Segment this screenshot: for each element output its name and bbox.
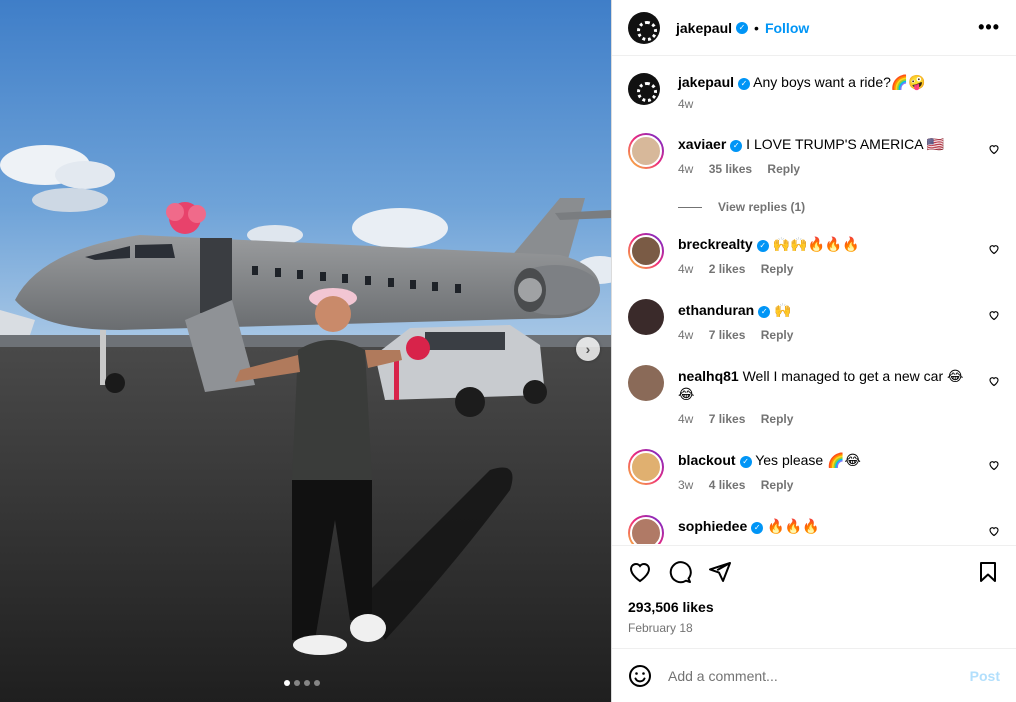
comment-text: Yes please 🌈😂 <box>755 452 861 468</box>
like-comment-heart-icon[interactable] <box>988 243 1000 255</box>
like-heart-icon[interactable] <box>628 560 652 584</box>
reply-button[interactable]: Reply <box>761 478 794 492</box>
like-comment-heart-icon[interactable] <box>988 459 1000 471</box>
comment-username[interactable]: sophiedee <box>678 518 747 534</box>
comment-username[interactable]: ethanduran <box>678 302 754 318</box>
comment-like-count[interactable]: 7 likes <box>709 412 746 426</box>
carousel-dot-1 <box>284 680 290 686</box>
verified-badge-icon: ✓ <box>739 456 752 468</box>
like-comment-heart-icon[interactable] <box>988 525 1000 537</box>
follow-button[interactable]: Follow <box>765 20 809 36</box>
post-photo <box>0 0 611 702</box>
replies-line <box>678 206 702 208</box>
comment-bubble-icon[interactable] <box>668 560 692 584</box>
author-avatar[interactable] <box>628 11 660 44</box>
post-comment-button[interactable]: Post <box>970 668 1000 684</box>
author-username[interactable]: jakepaul <box>676 20 732 36</box>
comment-age[interactable]: 4w <box>678 162 693 176</box>
share-send-icon[interactable] <box>708 560 732 584</box>
comment-age[interactable]: 3w <box>678 478 693 492</box>
comment-like-count[interactable]: 7 likes <box>709 328 746 342</box>
comment-like-count[interactable]: 35 likes <box>709 162 752 176</box>
caption-text: Any boys want a ride?🌈🤪 <box>753 74 926 90</box>
post-header: jakepaul ✓ • Follow ••• <box>612 0 1016 56</box>
reply-button[interactable]: Reply <box>761 262 794 276</box>
comment-like-count[interactable]: 4 likes <box>709 478 746 492</box>
header-separator: • <box>754 19 759 36</box>
caption-avatar[interactable] <box>628 73 660 105</box>
add-comment-bar: Post <box>612 648 1016 702</box>
emoji-picker-icon[interactable] <box>628 664 652 688</box>
verified-badge-icon: ✓ <box>756 240 769 252</box>
like-comment-heart-icon[interactable] <box>988 309 1000 321</box>
verified-badge-icon: ✓ <box>738 78 751 90</box>
comment-age[interactable]: 4w <box>678 328 693 342</box>
carousel-next-button[interactable]: › <box>576 337 600 361</box>
view-replies-label: View replies (1) <box>718 200 806 214</box>
comment-text: 🙌🙌🔥🔥🔥 <box>772 236 860 252</box>
comment-like-count[interactable]: 2 likes <box>709 262 746 276</box>
comment-age[interactable]: 4w <box>678 262 693 276</box>
save-bookmark-icon[interactable] <box>976 560 1000 584</box>
comment-username[interactable]: xaviaer <box>678 136 726 152</box>
carousel-dot-3 <box>304 680 310 686</box>
carousel-indicator <box>284 680 320 686</box>
caption-age: 4w <box>678 97 694 111</box>
post-date[interactable]: February 18 <box>628 621 1000 635</box>
commenter-avatar[interactable] <box>628 449 664 485</box>
comment-text: 🔥🔥🔥 <box>767 518 820 534</box>
comment-age[interactable]: 4w <box>678 412 693 426</box>
likes-count[interactable]: 293,506 likes <box>628 599 1000 615</box>
comment-username[interactable]: blackout <box>678 452 736 468</box>
verified-badge-icon: ✓ <box>751 522 764 534</box>
more-options-icon[interactable]: ••• <box>978 17 1000 38</box>
comment-text: 🙌 <box>774 302 792 318</box>
view-replies-button[interactable]: View replies (1) <box>678 200 805 214</box>
comment-text: I LOVE TRUMP'S AMERICA 🇺🇸 <box>746 136 945 152</box>
comment-username[interactable]: breckrealty <box>678 236 753 252</box>
like-comment-heart-icon[interactable] <box>988 143 1000 155</box>
reply-button[interactable]: Reply <box>761 328 794 342</box>
carousel-dot-2 <box>294 680 300 686</box>
post-actions: 293,506 likes February 18 <box>612 545 1016 635</box>
comment-username[interactable]: nealhq81 <box>678 368 739 384</box>
commenter-avatar[interactable] <box>628 299 664 335</box>
verified-badge-icon: ✓ <box>758 306 771 318</box>
post-media[interactable]: › <box>0 0 611 702</box>
verified-badge-icon: ✓ <box>736 21 749 34</box>
post-modal: › jakepaul ✓ • Follow ••• jakepaul ✓ Any … <box>0 0 1016 702</box>
post-side-panel: jakepaul ✓ • Follow ••• jakepaul ✓ Any bo… <box>611 0 1016 702</box>
reply-button[interactable]: Reply <box>761 412 794 426</box>
comment-input[interactable] <box>668 667 958 684</box>
reply-button[interactable]: Reply <box>767 162 800 176</box>
like-comment-heart-icon[interactable] <box>988 375 1000 387</box>
commenter-avatar[interactable] <box>628 133 664 169</box>
commenter-avatar[interactable] <box>628 515 664 544</box>
carousel-dot-4 <box>314 680 320 686</box>
commenter-avatar[interactable] <box>628 365 664 401</box>
verified-badge-icon: ✓ <box>730 140 743 152</box>
comments-list[interactable]: jakepaul ✓ Any boys want a ride?🌈🤪 4w xav… <box>612 57 1016 544</box>
commenter-avatar[interactable] <box>628 233 664 269</box>
caption-username[interactable]: jakepaul <box>678 74 734 90</box>
